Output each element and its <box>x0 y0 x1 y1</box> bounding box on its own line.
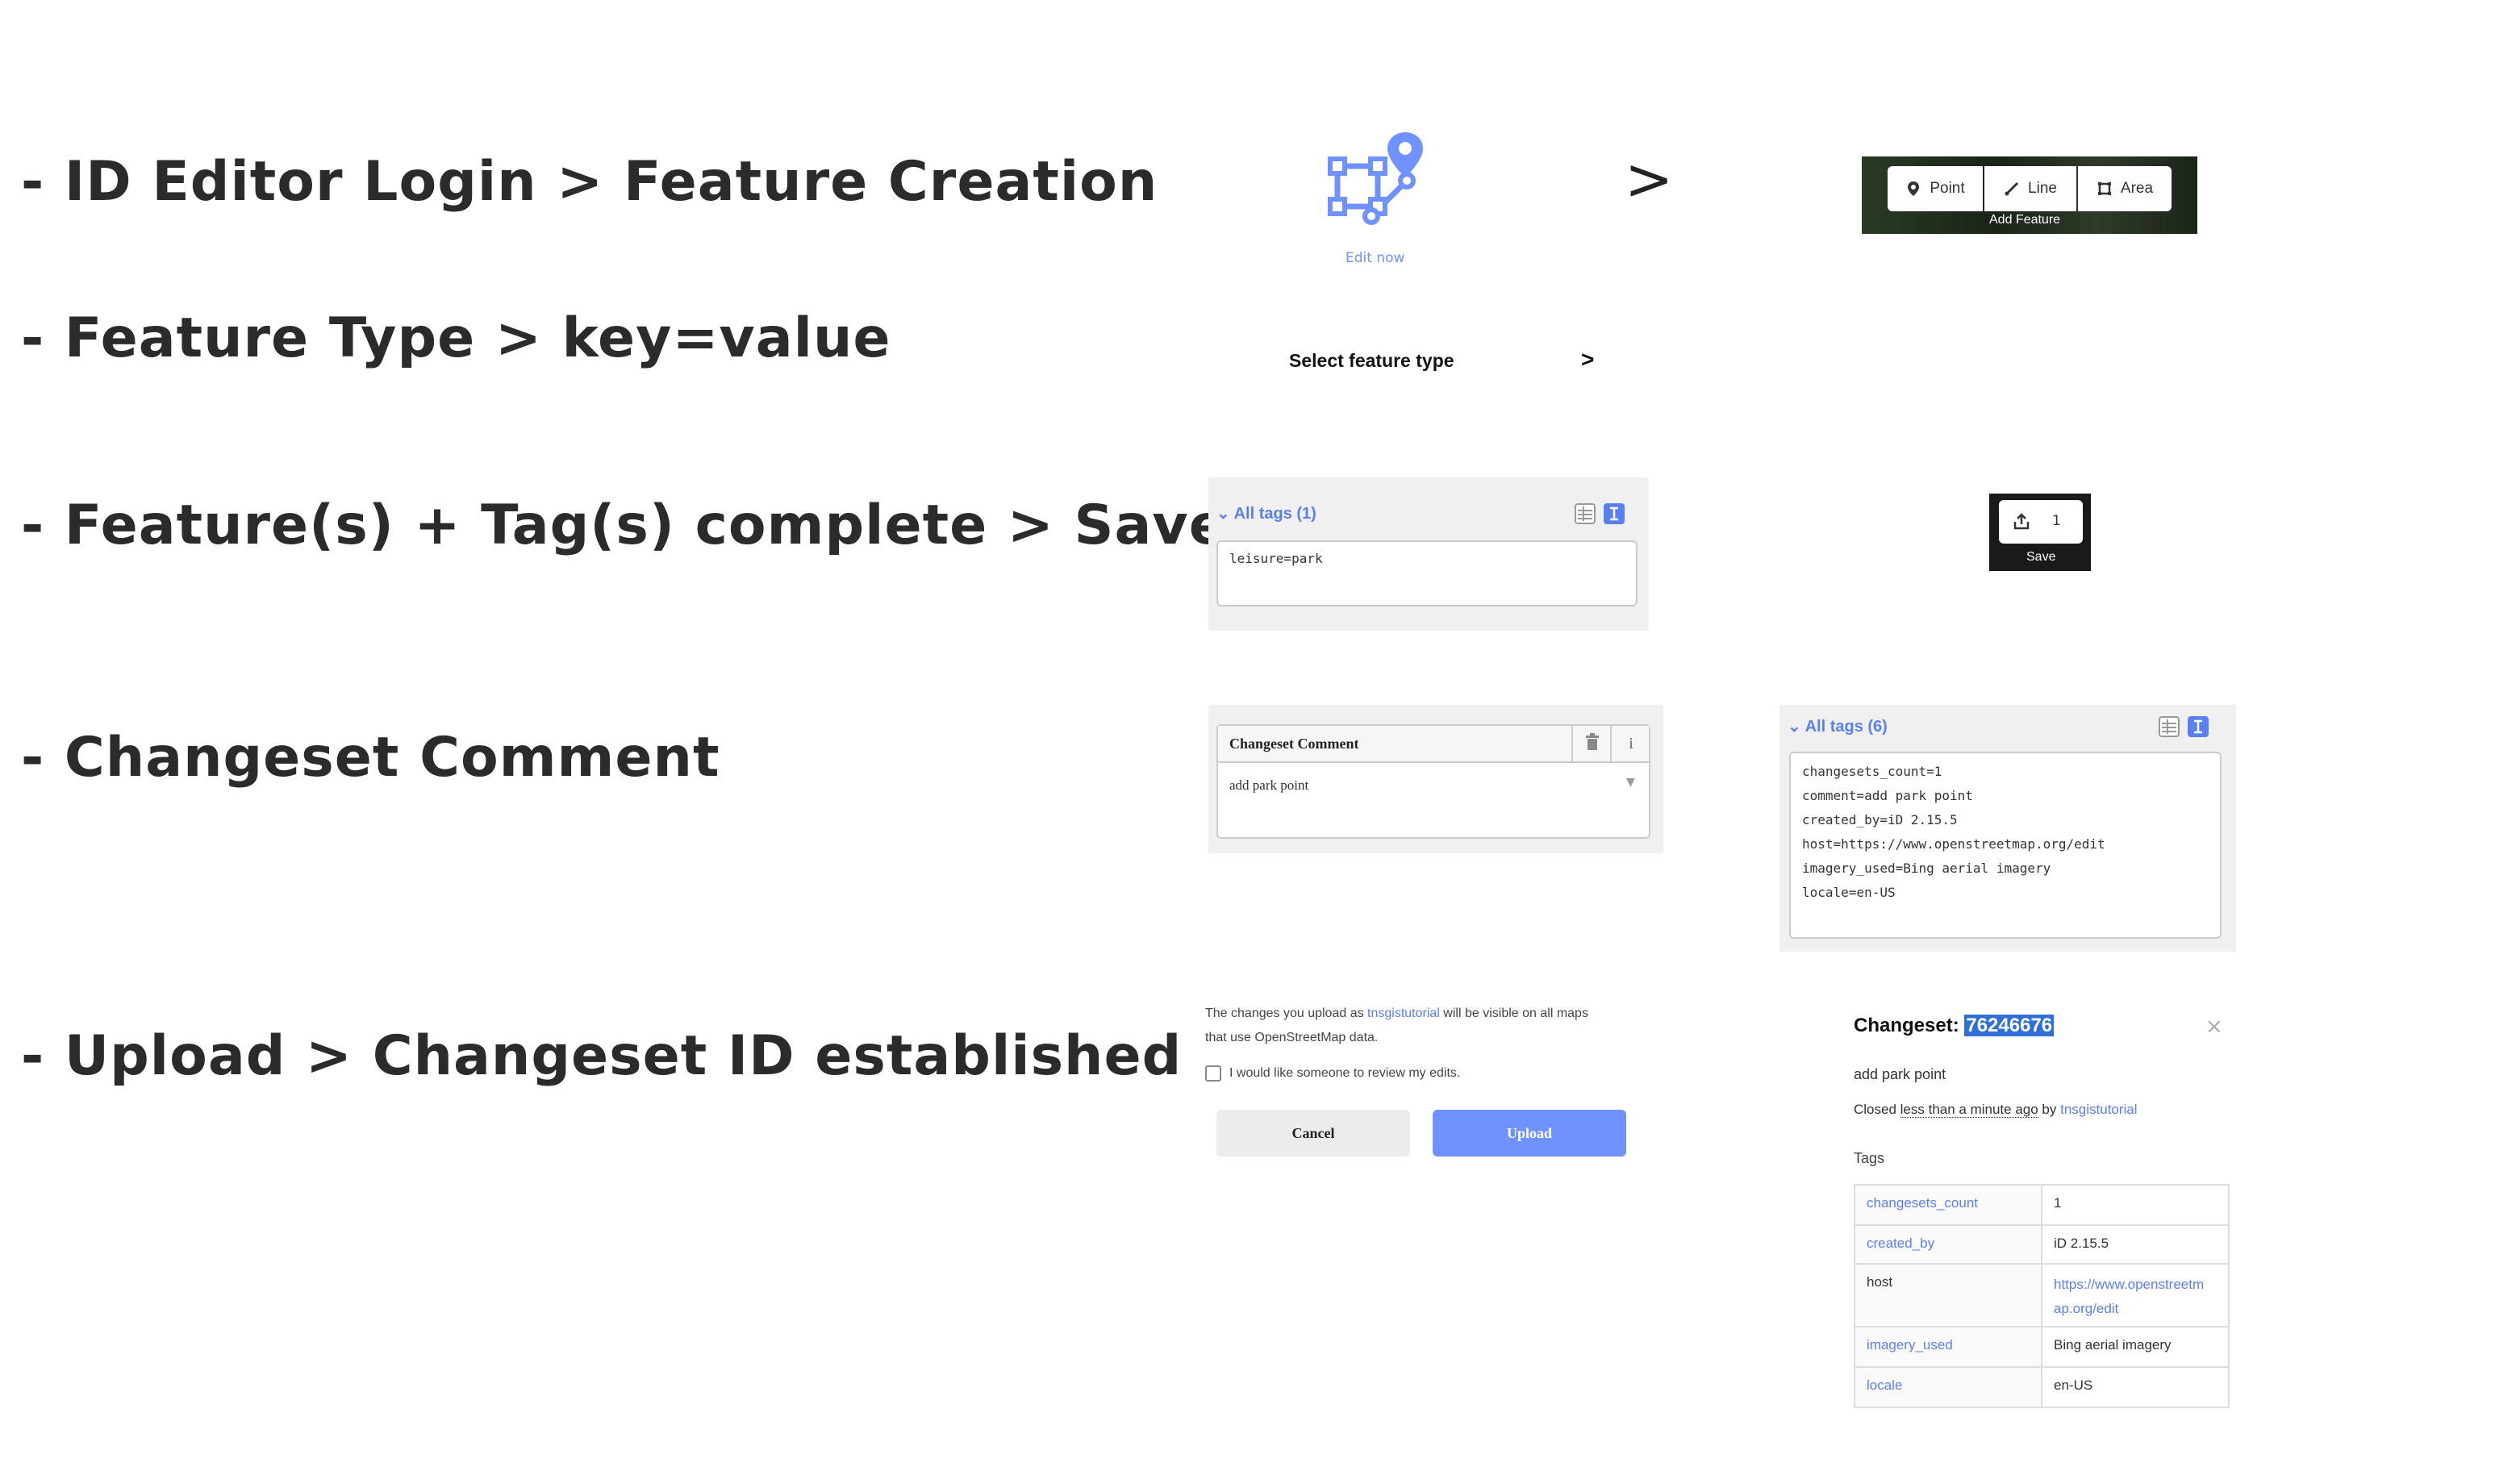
changeset-title: Changeset: 76246676 <box>1854 1015 2055 1037</box>
tag-key-link[interactable]: imagery_used <box>1854 1326 2042 1368</box>
step-label-changeset-comment: - Changeset Comment <box>21 726 720 790</box>
upload-notice-line2: that use OpenStreetMap data. <box>1205 1031 1379 1044</box>
save-button-face: 1 <box>1999 500 2083 544</box>
tag-key-link[interactable]: locale <box>1854 1366 2042 1408</box>
upload-notice-line1: The changes you upload as tnsgistutorial… <box>1205 1002 1657 1026</box>
tag-line: host=https://www.openstreetmap.org/edit <box>1802 836 2105 852</box>
changeset-user-link[interactable]: tnsgistutorial <box>2060 1102 2137 1117</box>
text-view-icon[interactable] <box>1604 503 1625 524</box>
all-tags-1-title: All tags (1) <box>1233 505 1316 523</box>
tag-key-link[interactable]: created_by <box>1854 1224 2042 1265</box>
tag-value-link[interactable]: https://www.openstreetm ap.org/edit <box>2041 1263 2230 1328</box>
upload-text-before: The changes you upload as <box>1205 1007 1368 1020</box>
table-row: host https://www.openstreetm ap.org/edit <box>1854 1263 2230 1328</box>
tag-line: comment=add park point <box>1802 788 1973 803</box>
tag-value: iD 2.15.5 <box>2041 1224 2230 1265</box>
all-tags-panel-6: ⌄ All tags (6) changesets_count=1 commen… <box>1779 705 2236 952</box>
save-button[interactable]: 1 Save <box>1989 494 2091 571</box>
chevron-down-icon: ⌄ <box>1788 718 1801 736</box>
edit-now-label: Edit now <box>1346 250 1405 266</box>
flow-arrow: > <box>1625 145 1674 213</box>
changeset-closed-line: Closed less than a minute ago by tnsgist… <box>1854 1102 2138 1118</box>
tag-line: created_by=iD 2.15.5 <box>1802 812 1958 827</box>
chevron-down-icon: ⌄ <box>1216 505 1230 523</box>
list-view-icon[interactable] <box>1575 503 1596 524</box>
host-link-line2[interactable]: ap.org/edit <box>2054 1297 2217 1321</box>
cancel-button[interactable]: Cancel <box>1216 1110 1410 1157</box>
tag-key: host <box>1854 1263 2042 1328</box>
line-icon <box>2005 181 2019 196</box>
add-feature-toolbar: Point Line Area Add Feature <box>1862 156 2197 234</box>
tag-line: imagery_used=Bing aerial imagery <box>1802 861 2051 876</box>
changeset-comment-field: Changeset Comment i add park point ▼ <box>1216 724 1650 839</box>
tag-value: 1 <box>2041 1184 2230 1226</box>
save-label: Save <box>2026 550 2056 564</box>
closed-prefix: Closed <box>1854 1102 1900 1117</box>
changeset-title-prefix: Changeset: <box>1854 1015 1959 1036</box>
closed-time: less than a minute ago <box>1900 1102 2038 1118</box>
table-row: created_by iD 2.15.5 <box>1854 1224 2230 1265</box>
select-feature-type-chevron[interactable]: > <box>1581 347 1594 373</box>
upload-user-link[interactable]: tnsgistutorial <box>1367 1007 1440 1020</box>
add-point-label: Point <box>1930 180 1965 197</box>
upload-button[interactable]: Upload <box>1433 1110 1626 1157</box>
add-line-button[interactable]: Line <box>1984 166 2076 211</box>
add-area-button[interactable]: Area <box>2078 166 2172 211</box>
tag-value: en-US <box>2041 1366 2230 1408</box>
all-tags-panel-1: ⌄ All tags (1) leisure=park <box>1208 477 1649 631</box>
all-tags-6-title: All tags (6) <box>1804 718 1888 736</box>
tag-text-1: leisure=park <box>1229 551 1323 566</box>
edit-now-button[interactable]: Edit now <box>1307 129 1444 274</box>
map-pin-icon <box>1908 181 1920 196</box>
step-label-login: - ID Editor Login > Feature Creation <box>21 150 1158 214</box>
host-link-line1[interactable]: https://www.openstreetm <box>2054 1273 2217 1297</box>
tag-key-link[interactable]: changesets_count <box>1854 1184 2042 1226</box>
list-view-icon[interactable] <box>2159 716 2180 737</box>
changeset-comment-value[interactable]: add park point <box>1229 777 1308 794</box>
close-icon[interactable]: × <box>2205 1015 2223 1039</box>
changeset-id[interactable]: 76246676 <box>1964 1015 2055 1036</box>
tag-text-area-1[interactable]: leisure=park <box>1216 540 1638 606</box>
changeset-comment-panel: Changeset Comment i add park point ▼ <box>1208 705 1663 853</box>
add-line-label: Line <box>2028 180 2057 197</box>
changeset-comment-text: add park point <box>1854 1066 1946 1082</box>
trash-icon[interactable] <box>1571 726 1612 761</box>
all-tags-1-header[interactable]: ⌄ All tags (1) <box>1216 503 1316 523</box>
changeset-comment-header: Changeset Comment i <box>1218 726 1649 763</box>
add-point-button[interactable]: Point <box>1888 166 1983 211</box>
upload-icon <box>2013 513 2030 530</box>
area-icon <box>2097 182 2111 195</box>
changeset-tags-table: changesets_count 1 created_by iD 2.15.5 … <box>1854 1184 2230 1408</box>
tag-line: locale=en-US <box>1802 885 1896 900</box>
table-row: locale en-US <box>1854 1366 2230 1408</box>
add-area-label: Area <box>2120 180 2154 197</box>
tag-lines: changesets_count=1 comment=add park poin… <box>1802 760 2105 905</box>
table-row: imagery_used Bing aerial imagery <box>1854 1326 2230 1368</box>
tag-value: Bing aerial imagery <box>2041 1326 2230 1368</box>
tag-line: changesets_count=1 <box>1802 764 1942 779</box>
step-label-feature-type: - Feature Type > key=value <box>21 306 891 370</box>
upload-text-after: will be visible on all maps <box>1439 1007 1588 1020</box>
add-feature-caption: Add Feature <box>1989 213 2061 227</box>
text-view-icon[interactable] <box>2188 716 2209 737</box>
step-label-save: - Feature(s) + Tag(s) complete > Save <box>21 494 1227 557</box>
step-label-upload: - Upload > Changeset ID established <box>21 1024 1183 1088</box>
table-row: changesets_count 1 <box>1854 1184 2230 1226</box>
tag-text-area-6[interactable]: changesets_count=1 comment=add park poin… <box>1789 752 2222 939</box>
closed-by: by <box>2038 1102 2061 1117</box>
combo-caret-icon[interactable]: ▼ <box>1626 776 1635 789</box>
review-checkbox-label: I would like someone to review my edits. <box>1229 1066 1461 1080</box>
select-feature-type-label[interactable]: Select feature type <box>1289 350 1454 372</box>
changeset-comment-title: Changeset Comment <box>1229 736 1359 752</box>
review-checkbox-row[interactable]: I would like someone to review my edits. <box>1205 1061 1460 1086</box>
info-icon[interactable]: i <box>1610 726 1650 761</box>
save-count: 1 <box>2052 513 2061 529</box>
upload-notice: The changes you upload as tnsgistutorial… <box>1205 1002 1657 1050</box>
review-checkbox[interactable] <box>1205 1065 1221 1082</box>
all-tags-6-header[interactable]: ⌄ All tags (6) <box>1788 716 1888 736</box>
tags-heading: Tags <box>1854 1150 1885 1166</box>
vertex-path-pin-icon <box>1328 132 1423 225</box>
